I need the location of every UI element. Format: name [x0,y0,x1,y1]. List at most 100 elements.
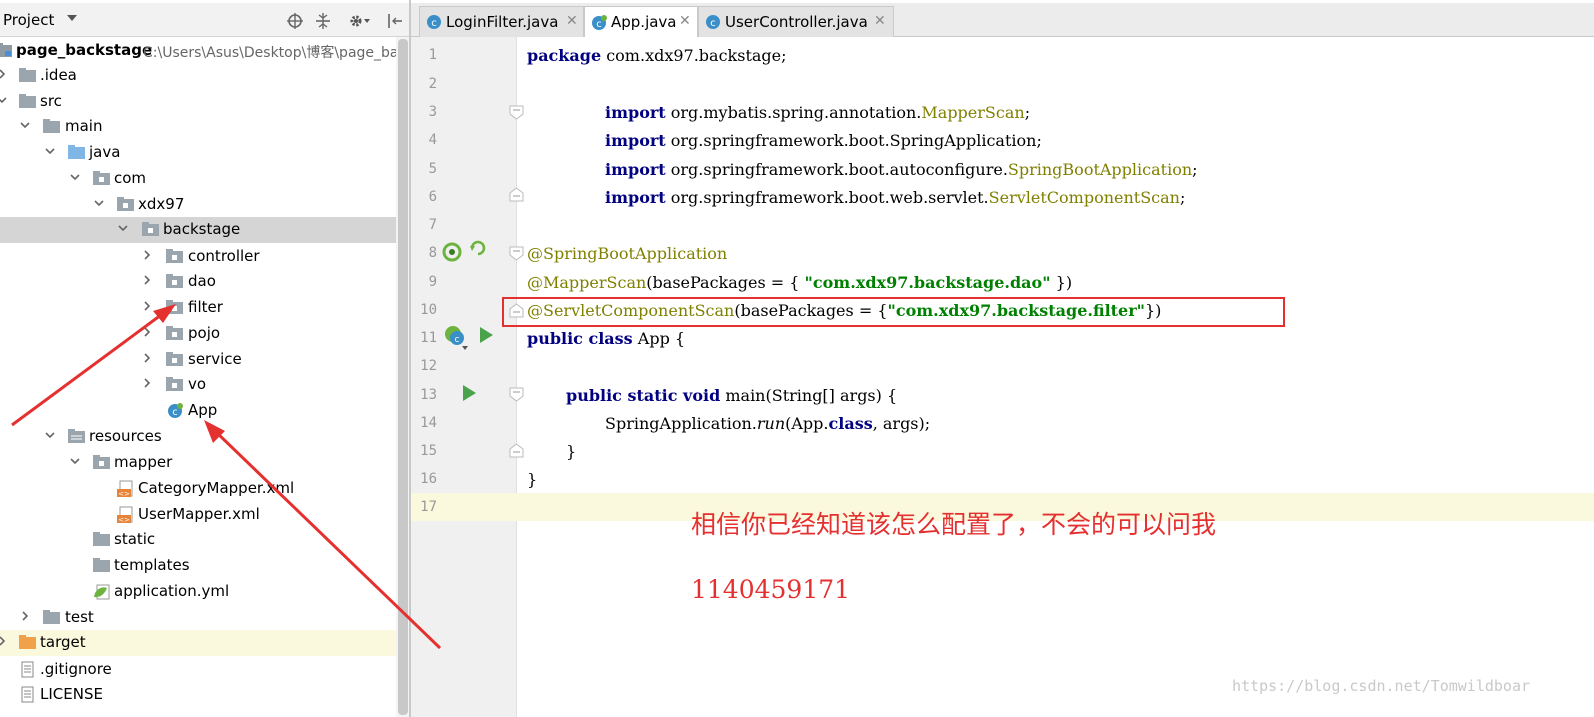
tab-app-java[interactable]: c App.java ✕ [584,6,698,38]
fold-marker-icon[interactable] [509,105,524,120]
code-class-ref: MapperScan [921,103,1025,122]
chevron-down-icon[interactable] [0,95,7,105]
tree-item-page-backstage[interactable]: page_backstage C:\Users\Asus\Desktop\博客\… [0,38,411,64]
tree-item-label: pojo [188,324,221,342]
tree-item-resources[interactable]: resources [0,424,411,450]
close-icon[interactable]: ✕ [679,13,691,29]
tree-item-app[interactable]: c App [0,398,411,424]
chevron-right-icon[interactable] [0,69,7,79]
line-number: 6 [428,189,437,205]
fold-marker-icon[interactable] [509,246,524,261]
chevron-right-icon[interactable] [142,378,152,388]
close-icon[interactable]: ✕ [566,13,578,29]
code-class-ref: ServletComponentScan [988,188,1180,207]
chevron-down-icon[interactable] [45,146,55,156]
chevron-right-icon[interactable] [142,353,152,363]
run-icon[interactable] [478,326,494,348]
chevron-right-icon[interactable] [142,250,152,260]
hide-panel-icon[interactable] [386,12,404,30]
code-annotation: @MapperScan [527,273,647,292]
tree-item-mapper[interactable]: mapper [0,450,411,476]
tree-item-target[interactable]: target [0,630,411,656]
close-icon[interactable]: ✕ [874,13,886,29]
spring-configuration-icon[interactable] [470,240,486,260]
project-panel-scrollbar[interactable] [396,37,410,717]
tree-item-pojo[interactable]: pojo [0,321,411,347]
svg-text:<>: <> [118,516,130,524]
chevron-down-icon[interactable] [20,120,30,130]
tree-item-idea[interactable]: .idea [0,63,411,89]
tree-item-label: UserMapper.xml [138,505,260,523]
spring-bean-icon[interactable] [442,242,464,266]
tree-item-user-mapper[interactable]: <> UserMapper.xml [0,502,411,528]
chevron-down-icon[interactable] [118,223,128,233]
code-text: org.springframework.boot.SpringApplicati… [665,131,1042,150]
tree-item-backstage[interactable]: backstage [0,217,411,243]
tree-item-application-yml[interactable]: application.yml [0,579,411,605]
tree-item-label: application.yml [114,582,230,600]
tab-label: LoginFilter.java [446,13,559,31]
tree-item-label: target [40,633,86,651]
chevron-down-icon[interactable] [45,430,55,440]
tree-item-label: LICENSE [40,685,103,703]
folder-icon [93,557,111,573]
tree-item-test[interactable]: test [0,605,411,631]
tree-item-service[interactable]: service [0,347,411,373]
scrollbar-thumb[interactable] [398,39,408,715]
tree-item-filter[interactable]: filter [0,295,411,321]
tree-item-label: controller [188,247,260,265]
tree-item-category-mapper[interactable]: <> CategoryMapper.xml [0,476,411,502]
code-keyword: import [605,103,666,122]
tree-item-controller[interactable]: controller [0,244,411,270]
chevron-right-icon[interactable] [20,611,30,621]
package-icon [166,325,184,341]
tree-item-vo[interactable]: vo [0,372,411,398]
target-icon[interactable] [286,12,304,30]
code-line-5: import org.springframework.boot.autoconf… [605,160,1198,179]
editor-tab-bar: c LoginFilter.java ✕ c App.java ✕ c User… [411,3,1594,38]
code-keyword: import [605,188,666,207]
tree-item-dao[interactable]: dao [0,269,411,295]
fold-marker-icon[interactable] [509,387,524,402]
project-path: C:\Users\Asus\Desktop\博客\page_ba [143,45,399,61]
tree-item-label: com [114,169,147,187]
tree-item-license[interactable]: LICENSE [0,682,411,708]
spring-boot-run-icon[interactable]: c [443,324,473,358]
tree-item-java[interactable]: java [0,140,411,166]
chevron-right-icon[interactable] [142,327,152,337]
fold-marker-icon[interactable] [509,443,524,458]
code-text: App { [632,329,686,348]
line-number: 16 [420,471,437,487]
chevron-down-icon[interactable] [70,456,80,466]
tree-item-templates[interactable]: templates [0,553,411,579]
collapse-all-icon[interactable] [314,12,332,30]
tree-item-static[interactable]: static [0,527,411,553]
chevron-down-icon[interactable] [94,198,104,208]
chevron-right-icon[interactable] [0,636,7,646]
resources-folder-icon [68,428,86,444]
project-view-selector[interactable]: Project [3,11,54,29]
tree-item-xdx97[interactable]: xdx97 [0,192,411,218]
fold-marker-icon[interactable] [509,187,524,202]
run-icon[interactable] [461,384,477,406]
code-string: "com.xdx97.backstage.dao" [804,273,1051,292]
tab-usercontroller-java[interactable]: c UserController.java ✕ [698,6,894,37]
tree-item-main[interactable]: main [0,114,411,140]
chevron-down-icon[interactable] [70,172,80,182]
code-line-9: @MapperScan(basePackages = { "com.xdx97.… [527,273,1072,292]
code-method-call: run [756,414,786,433]
tree-item-label: mapper [114,453,173,471]
tab-loginfilter-java[interactable]: c LoginFilter.java ✕ [419,6,584,37]
code-text: main(String[] args) { [720,386,898,405]
tree-item-com[interactable]: com [0,166,411,192]
tree-item-src[interactable]: src [0,89,411,115]
gear-icon[interactable] [348,12,370,30]
package-icon [93,170,111,186]
line-number: 7 [428,217,437,233]
tree-item-label: vo [188,375,207,393]
tree-item-gitignore[interactable]: .gitignore [0,657,411,683]
code-keyword: package [527,46,602,65]
chevron-down-icon[interactable] [67,15,77,21]
chevron-right-icon[interactable] [142,301,152,311]
chevron-right-icon[interactable] [142,275,152,285]
